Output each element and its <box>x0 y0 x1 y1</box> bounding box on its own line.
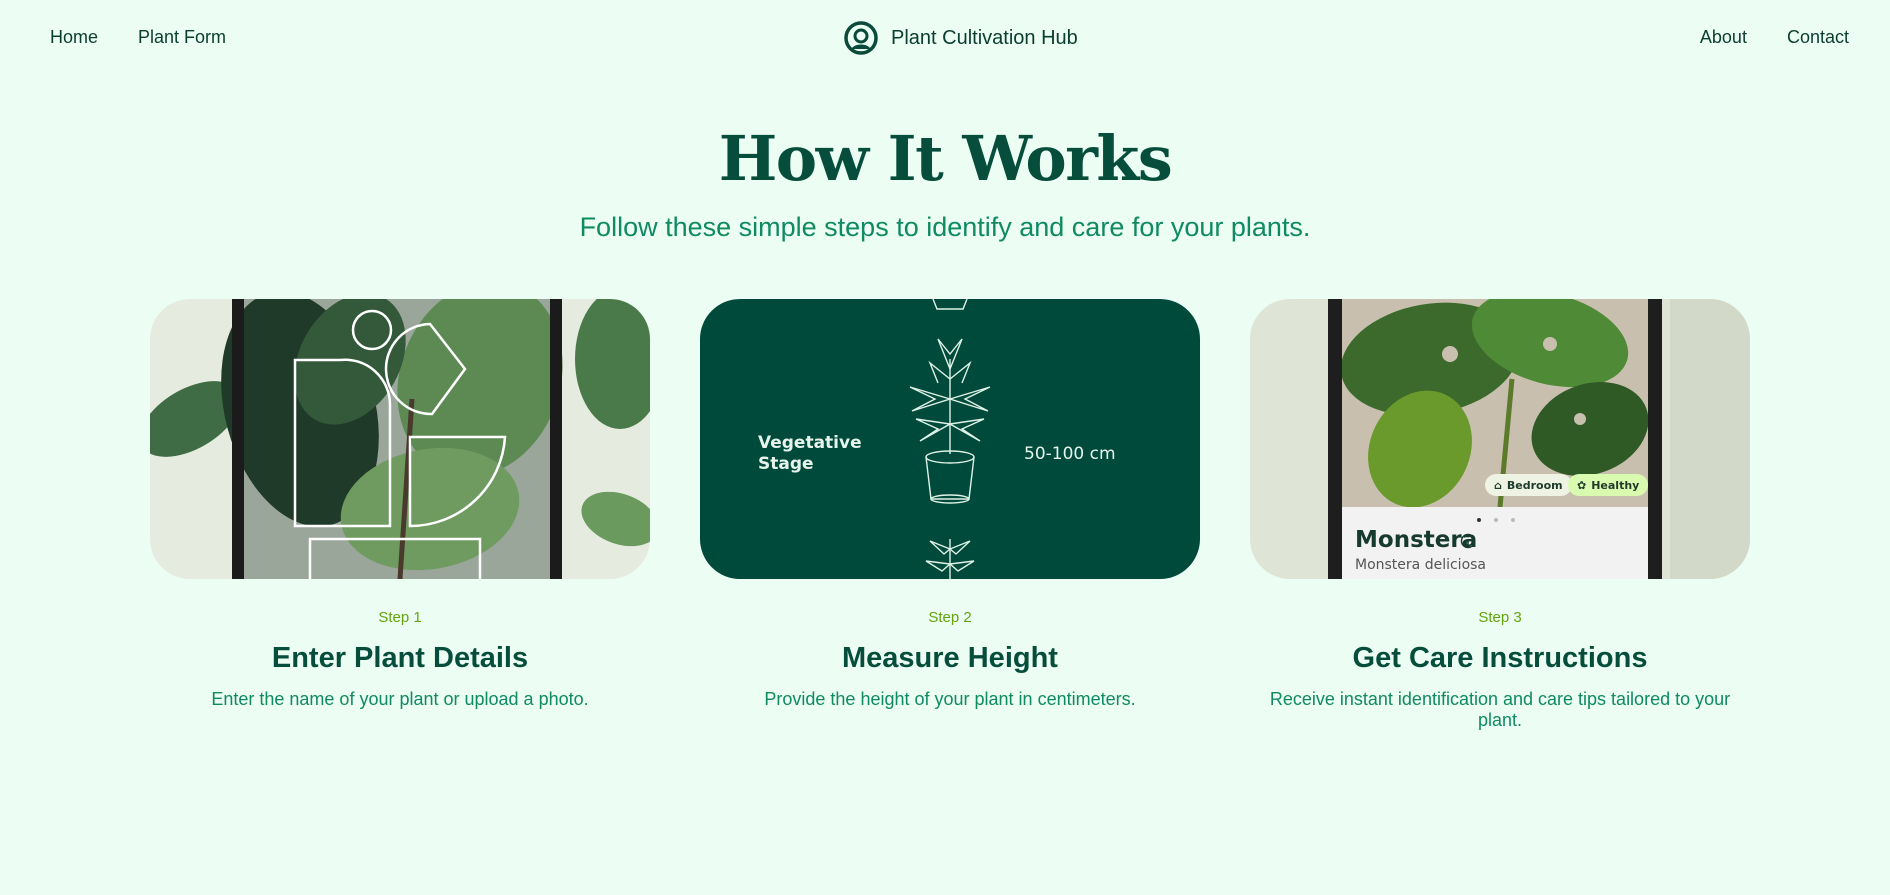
top-nav: Home Plant Form Plant Cultivation Hub Ab… <box>0 0 1890 78</box>
step-3-image: ⌂ Bedroom ✿ Healthy Monstera Monstera de… <box>1250 299 1750 579</box>
brand[interactable]: Plant Cultivation Hub <box>843 20 1078 56</box>
step-1-image <box>150 299 650 579</box>
step-2-label: Step 2 <box>928 609 972 626</box>
step-1-title: Enter Plant Details <box>271 642 529 674</box>
plant-logo-icon <box>844 21 878 55</box>
step-3-description: Receive instant identification and care … <box>1269 689 1731 730</box>
stage-label: Vegetative Stage <box>758 433 862 474</box>
healthy-tag-label: Healthy <box>1591 478 1640 492</box>
step-2-title: Measure Height <box>842 642 1058 674</box>
nav-plant-form-link[interactable]: Plant Form <box>138 27 226 48</box>
plant-scientific-name: Monstera deliciosa <box>1355 557 1487 573</box>
step-card-1: Step 1 Enter Plant Details Enter the nam… <box>150 299 650 710</box>
step-card-2: Vegetative Stage 50-100 cm Step 2 Measur… <box>700 299 1200 710</box>
sprout-icon: ✿ <box>1577 478 1587 492</box>
nav-contact-link[interactable]: Contact <box>1787 27 1849 48</box>
plant-name: Monstera <box>1355 527 1478 553</box>
page-subtitle: Follow these simple steps to identify an… <box>579 212 1311 242</box>
page-title: How It Works <box>718 122 1173 195</box>
step-1-description: Enter the name of your plant or upload a… <box>211 689 589 709</box>
healthy-tag: ✿ Healthy <box>1568 474 1649 496</box>
nav-right: About Contact <box>1700 27 1849 48</box>
bedroom-tag-label: Bedroom <box>1506 478 1563 492</box>
monstera-phone-illustration <box>1250 299 1750 579</box>
height-range-label: 50-100 cm <box>1024 444 1116 464</box>
bedroom-tag: ⌂ Bedroom <box>1485 474 1572 496</box>
brand-name: Plant Cultivation Hub <box>891 26 1078 49</box>
step-3-label: Step 3 <box>1478 609 1522 626</box>
fiddle-leaf-phone-illustration <box>150 299 650 579</box>
step-2-image: Vegetative Stage 50-100 cm <box>700 299 1200 579</box>
step-card-3: ⌂ Bedroom ✿ Healthy Monstera Monstera de… <box>1250 299 1750 731</box>
nav-left: Home Plant Form <box>50 27 226 48</box>
home-icon: ⌂ <box>1494 478 1502 492</box>
step-1-label: Step 1 <box>378 609 422 626</box>
nav-about-link[interactable]: About <box>1700 27 1747 48</box>
step-2-description: Provide the height of your plant in cent… <box>764 689 1136 709</box>
step-3-title: Get Care Instructions <box>1352 642 1648 674</box>
nav-home-link[interactable]: Home <box>50 27 98 48</box>
